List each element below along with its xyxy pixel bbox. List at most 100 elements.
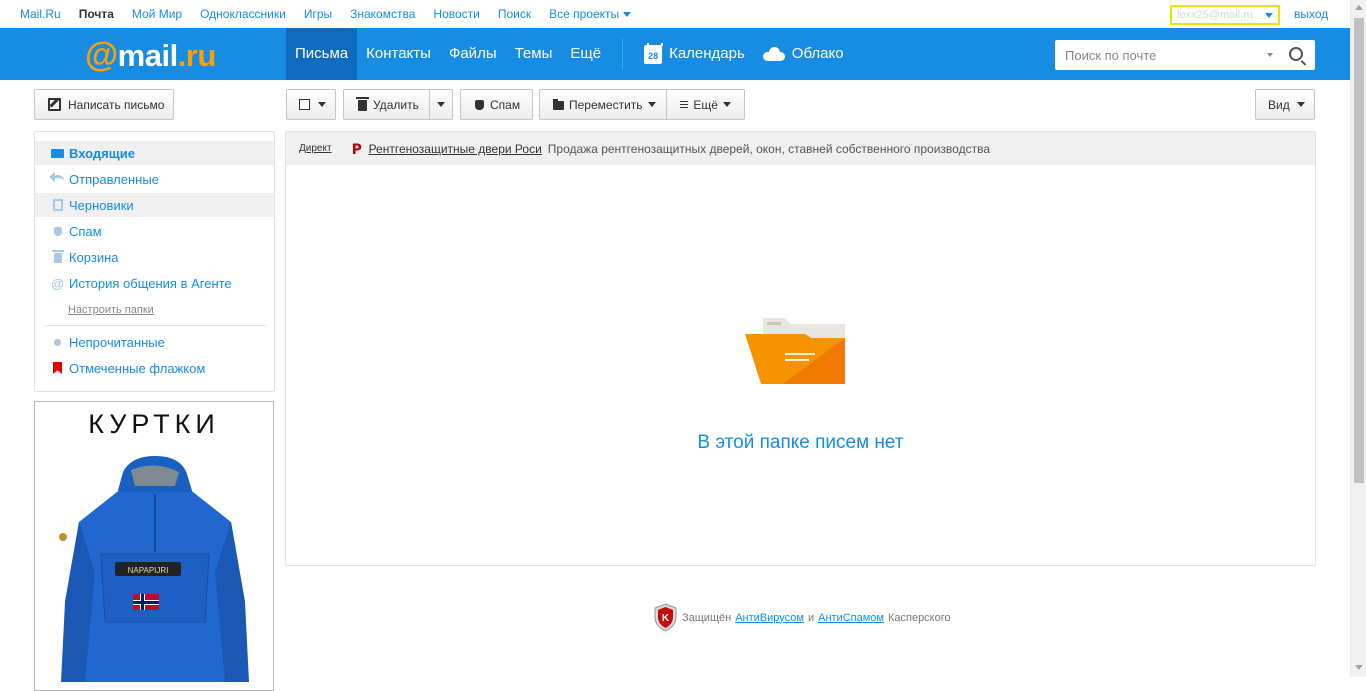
sidebar-item-label: Отмеченные флажком — [69, 360, 206, 376]
antivirus-link[interactable]: АнтиВирусом — [735, 612, 804, 624]
sidebar-item-spam[interactable]: Спам — [35, 219, 274, 243]
compose-button[interactable]: Написать письмо — [34, 89, 174, 120]
portal-link-mailru[interactable]: Mail.Ru — [20, 7, 61, 21]
nav-files[interactable]: Файлы — [440, 28, 506, 80]
calendar-icon: 28 — [644, 42, 664, 64]
chevron-down-icon — [722, 102, 731, 107]
dot-icon — [51, 336, 64, 348]
sidebar-item-label: Входящие — [69, 145, 135, 161]
portal-link-mail[interactable]: Почта — [79, 7, 114, 21]
protect-prefix: Защищён — [682, 611, 732, 624]
svg-text:K: K — [662, 613, 670, 624]
nav-themes[interactable]: Темы — [506, 28, 562, 80]
flag-icon — [51, 362, 64, 374]
envelope-icon — [51, 147, 64, 159]
delete-options-button[interactable] — [430, 102, 452, 107]
nav-cloud[interactable]: Облако — [754, 28, 853, 80]
sidebar-item-label: История общения в Агенте — [69, 275, 232, 291]
scrollbar-thumb[interactable] — [1354, 18, 1364, 483]
account-selector[interactable]: lexx25@mail.ru — [1170, 5, 1280, 25]
draft-icon — [51, 199, 64, 211]
cloud-icon — [762, 47, 785, 61]
sidebar-item-trash[interactable]: Корзина — [35, 245, 274, 269]
direct-tag[interactable]: Директ — [299, 143, 332, 154]
search-icon[interactable] — [1289, 47, 1303, 61]
portal-link-news[interactable]: Новости — [433, 7, 479, 21]
all-projects-label: Все проекты — [549, 7, 620, 21]
portal-link-dating[interactable]: Знакомства — [350, 7, 415, 21]
select-all-button[interactable] — [286, 89, 336, 120]
yandex-direct-icon: 𝗣 — [351, 140, 362, 157]
protect-suffix: Касперского — [887, 611, 951, 624]
compose-label: Написать письмо — [68, 97, 165, 112]
more-label: Ещё — [693, 97, 718, 112]
direct-ad-bar: Директ 𝗣 Рентгенозащитные двери Роси Про… — [286, 132, 1315, 165]
sidebar-item-flagged[interactable]: Отмеченные флажком — [35, 356, 274, 380]
scroll-down-icon[interactable] — [1355, 665, 1363, 670]
view-label: Вид — [1268, 97, 1290, 112]
chevron-down-icon — [623, 12, 632, 18]
search-input[interactable] — [1055, 40, 1275, 70]
chevron-down-icon — [1296, 102, 1305, 107]
message-list-panel: Директ 𝗣 Рентгенозащитные двери Роси Про… — [285, 131, 1316, 566]
configure-folders-link[interactable]: Настроить папки — [68, 304, 154, 316]
sidebar-item-label: Спам — [69, 223, 102, 239]
move-more-group: Переместить Ещё — [539, 89, 745, 120]
sidebar-item-agent-history[interactable]: @ История общения в Агенте — [35, 271, 274, 295]
delete-button-group: Удалить — [343, 89, 453, 120]
logout-link[interactable]: выход — [1294, 7, 1328, 21]
jacket-image: NAPAPIJRI — [59, 456, 249, 682]
page-scrollbar[interactable] — [1350, 0, 1366, 677]
nav-letters[interactable]: Письма — [286, 28, 358, 80]
move-button[interactable]: Переместить — [540, 90, 668, 119]
direct-ad-text: Продажа рентгенозащитных дверей, окон, с… — [547, 141, 990, 156]
view-button[interactable]: Вид — [1255, 89, 1315, 120]
nav-calendar[interactable]: 28 Календарь — [635, 28, 754, 80]
chevron-down-icon — [1265, 13, 1273, 18]
empty-folder-icon — [745, 318, 845, 384]
move-label: Переместить — [569, 97, 643, 112]
sidebar-item-drafts[interactable]: Черновики — [35, 193, 274, 217]
sidebar-item-label: Черновики — [69, 197, 134, 213]
scroll-up-icon[interactable] — [1355, 5, 1363, 10]
nav-more[interactable]: Ещё — [561, 28, 610, 80]
reply-icon — [48, 171, 64, 185]
main-header: @mail.ru Письма Контакты Файлы Темы Ещё … — [0, 28, 1350, 80]
sidebar-item-unread[interactable]: Непрочитанные — [35, 330, 274, 354]
sidebar-item-label: Отправленные — [69, 171, 159, 187]
search-options-dropdown-icon[interactable] — [1267, 53, 1273, 57]
logo-name: mail — [117, 38, 179, 73]
chevron-down-icon — [437, 102, 446, 107]
nav-contacts[interactable]: Контакты — [357, 28, 440, 80]
portal-link-ok[interactable]: Одноклассники — [200, 7, 286, 21]
sidebar-divider — [44, 325, 266, 326]
portal-link-search[interactable]: Поиск — [498, 7, 531, 21]
logo-at: @ — [85, 36, 118, 74]
nav-calendar-label: Календарь — [669, 45, 745, 62]
trash-icon — [51, 250, 64, 263]
menu-lines-icon — [680, 101, 689, 108]
portal-links: Mail.Ru Почта Мой Мир Одноклассники Игры… — [20, 7, 632, 21]
mailru-logo[interactable]: @mail.ru — [85, 36, 216, 75]
portal-link-all-projects[interactable]: Все проекты — [549, 7, 632, 21]
svg-text:NAPAPIJRI: NAPAPIJRI — [128, 566, 169, 575]
sidebar-item-label: Непрочитанные — [69, 334, 165, 350]
ad-banner[interactable]: КУРТКИ NAPAPIJRI — [34, 401, 274, 691]
empty-folder-message: В этой папке писем нет — [697, 432, 904, 453]
folder-icon — [553, 98, 564, 110]
spam-button[interactable]: Спам — [460, 89, 533, 120]
sidebar-item-inbox[interactable]: Входящие — [35, 141, 274, 165]
direct-ad-link[interactable]: Рентгенозащитные двери Роси — [369, 142, 542, 156]
more-button[interactable]: Ещё — [667, 90, 744, 119]
sidebar-item-label: Корзина — [69, 249, 119, 265]
delete-button[interactable]: Удалить — [344, 90, 431, 119]
sidebar-item-sent[interactable]: Отправленные — [35, 167, 274, 191]
checkbox-icon — [299, 99, 310, 110]
portal-link-games[interactable]: Игры — [304, 7, 332, 21]
thumbs-down-icon — [51, 225, 64, 237]
portal-link-myworld[interactable]: Мой Мир — [132, 7, 182, 21]
chevron-down-icon — [318, 102, 326, 107]
nav-cloud-label: Облако — [791, 45, 844, 62]
portal-bar: Mail.Ru Почта Мой Мир Одноклассники Игры… — [0, 0, 1350, 28]
antispam-link[interactable]: АнтиСпамом — [818, 612, 884, 624]
